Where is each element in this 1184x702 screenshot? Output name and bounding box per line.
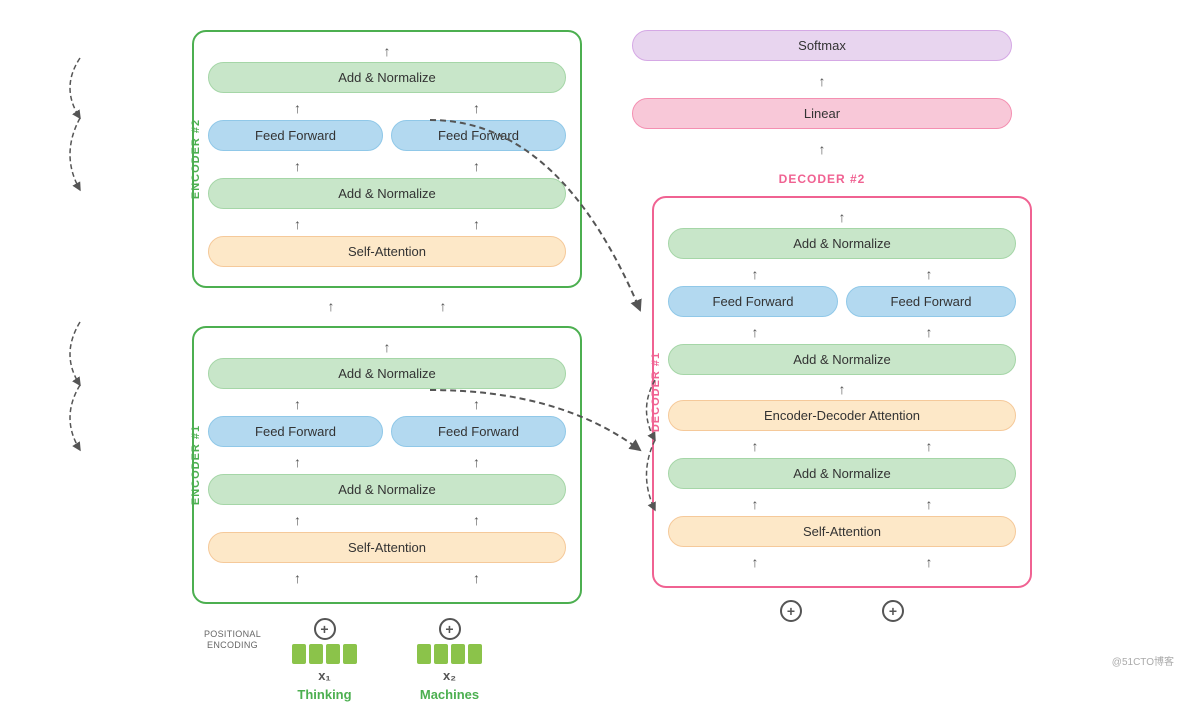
plus-circle-x2: + [439, 618, 461, 640]
x1-tokens [292, 644, 357, 664]
decoder2-label: DECODER #2 [779, 172, 866, 186]
decoder-inputs: + + [780, 600, 904, 622]
dec1-ff1: Feed Forward [668, 286, 838, 317]
arrows: ↑↑ [668, 554, 1016, 570]
enc1-add-norm-mid: Add & Normalize [208, 474, 566, 505]
arrows: ↑↑ [208, 100, 566, 116]
enc2-add-norm-mid: Add & Normalize [208, 178, 566, 209]
token-box [343, 644, 357, 664]
x1-input-group: + x₁ Thinking [292, 618, 357, 702]
arrows: ↑↑ [208, 158, 566, 174]
encoder1-block: ENCODER #1 ↑ Add & Normalize ↑↑ Feed For… [192, 326, 582, 604]
token-box [468, 644, 482, 664]
arrows: ↑↑ [668, 496, 1016, 512]
arrow: ↑ [208, 44, 566, 58]
x1-label: x₁ [318, 668, 331, 683]
diagram-container: ENCODER #2 ↑ Add & Normalize ↑↑ Feed For… [0, 0, 1184, 673]
token-box [417, 644, 431, 664]
encoder2-label: ENCODER #2 [190, 119, 202, 199]
softmax-layer: Softmax [632, 30, 1012, 61]
inputs-section: + x₁ Thinking POSITIONALENCODING + [292, 618, 482, 702]
enc1-self-attn: Self-Attention [208, 532, 566, 563]
token-box [326, 644, 340, 664]
arrow: ↑ [632, 142, 1012, 156]
x2-tokens [417, 644, 482, 664]
dec1-ff2: Feed Forward [846, 286, 1016, 317]
decoder1-label: DECODER #1 [650, 352, 662, 432]
arrows: ↑↑ [208, 570, 566, 586]
enc1-add-norm-top: Add & Normalize [208, 358, 566, 389]
enc2-ff2: Feed Forward [391, 120, 566, 151]
x2-label: x₂ [443, 668, 456, 683]
x2-input-group: + x₂ Machines [417, 618, 482, 702]
dec1-enc-dec-attn: Encoder-Decoder Attention [668, 400, 1016, 431]
arrow: ↑ [668, 210, 1016, 224]
token-box [434, 644, 448, 664]
dec-plus-circle-2: + [882, 600, 904, 622]
dec-plus-1: + [780, 600, 802, 622]
enc2-add-norm-top: Add & Normalize [208, 62, 566, 93]
dec1-add-norm-3: Add & Normalize [668, 458, 1016, 489]
token-box [292, 644, 306, 664]
enc2-self-attn: Self-Attention [208, 236, 566, 267]
arrows: ↑↑ [208, 512, 566, 528]
enc1-ff2: Feed Forward [391, 416, 566, 447]
arrows: ↑↑ [208, 454, 566, 470]
arrows: ↑↑ [668, 324, 1016, 340]
arrow: ↑ [668, 382, 1016, 396]
x1-word: Thinking [297, 687, 351, 702]
inter-encoder-arrow: ↑ ↑ [327, 298, 446, 316]
arrows: ↑↑ [208, 216, 566, 232]
dec1-add-norm-top: Add & Normalize [668, 228, 1016, 259]
dec1-add-norm-2: Add & Normalize [668, 344, 1016, 375]
decoder1-block: DECODER #1 ↑ Add & Normalize ↑↑ Feed For… [652, 196, 1032, 588]
watermark: @51CTO博客 [1112, 653, 1174, 668]
arrows: ↑↑ [208, 396, 566, 412]
output-section: Softmax ↑ Linear ↑ [632, 30, 1012, 160]
x2-word: Machines [420, 687, 479, 702]
dec1-self-attn: Self-Attention [668, 516, 1016, 547]
arrow: ↑ [208, 340, 566, 354]
dec-plus-2: + [882, 600, 904, 622]
token-box [451, 644, 465, 664]
token-box [309, 644, 323, 664]
dec-plus-circle-1: + [780, 600, 802, 622]
arrows: ↑↑ [668, 438, 1016, 454]
encoder1-label: ENCODER #1 [190, 425, 202, 505]
linear-layer: Linear [632, 98, 1012, 129]
enc2-ff1: Feed Forward [208, 120, 383, 151]
arrow: ↑ [632, 74, 1012, 88]
pos-encoding-label: POSITIONALENCODING [204, 629, 261, 652]
plus-circle-x1: + [314, 618, 336, 640]
encoder2-block: ENCODER #2 ↑ Add & Normalize ↑↑ Feed For… [192, 30, 582, 288]
enc1-ff1: Feed Forward [208, 416, 383, 447]
arrows: ↑↑ [668, 266, 1016, 282]
